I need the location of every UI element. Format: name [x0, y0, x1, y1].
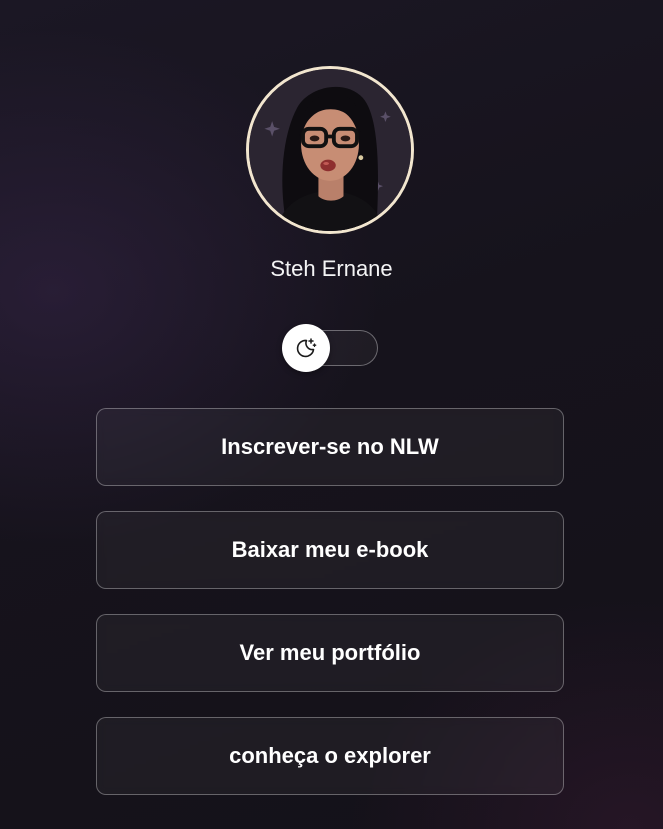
theme-toggle[interactable]	[282, 324, 378, 372]
explorer-button[interactable]: conheça o explorer	[96, 717, 564, 795]
download-ebook-button[interactable]: Baixar meu e-book	[96, 511, 564, 589]
list-item: Baixar meu e-book	[96, 511, 564, 589]
toggle-knob[interactable]	[282, 324, 330, 372]
list-item: conheça o explorer	[96, 717, 564, 795]
profile-avatar-illustration	[249, 69, 411, 231]
profile-name: Steh Ernane	[270, 256, 393, 281]
subscribe-nlw-button[interactable]: Inscrever-se no NLW	[96, 408, 564, 486]
list-item: Inscrever-se no NLW	[96, 408, 564, 486]
list-item: Ver meu portfólio	[96, 614, 564, 692]
moon-stars-icon	[296, 338, 317, 358]
view-portfolio-button[interactable]: Ver meu portfólio	[96, 614, 564, 692]
link-list: Inscrever-se no NLW Baixar meu e-book Ve…	[96, 408, 564, 820]
avatar	[246, 66, 414, 234]
